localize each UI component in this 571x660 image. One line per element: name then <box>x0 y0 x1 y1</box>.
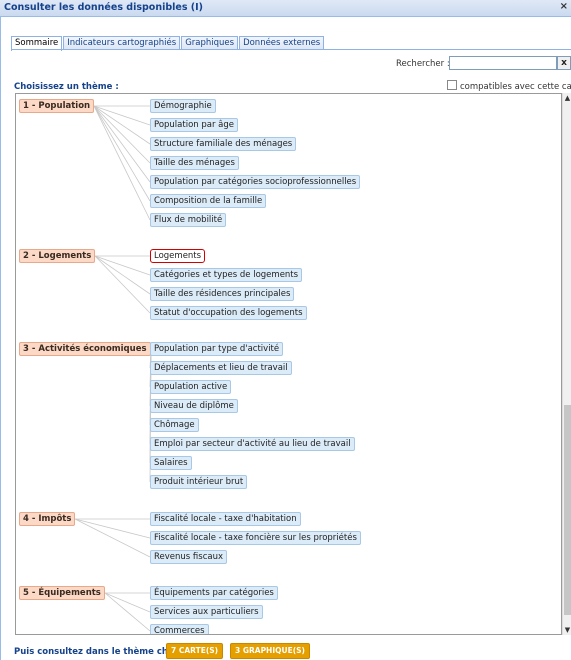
indicator-node[interactable]: Niveau de diplôme <box>150 399 238 413</box>
compat-checkbox[interactable]: compatibles avec cette carte <box>447 80 571 92</box>
bottom-label: Puis consultez dans le thème choisi : <box>14 647 192 657</box>
tab-indicateurs[interactable]: Indicateurs cartographiés <box>63 36 181 50</box>
cartes-button[interactable]: 7 CARTE(S) <box>166 643 224 659</box>
connector-line <box>94 255 151 314</box>
indicator-node[interactable]: Taille des ménages <box>150 156 239 170</box>
connector-line <box>104 592 151 632</box>
connector-line <box>94 255 151 295</box>
indicator-node[interactable]: Fiscalité locale - taxe foncière sur les… <box>150 531 361 545</box>
indicator-node[interactable]: Population par âge <box>150 118 238 132</box>
connector-line <box>104 592 151 613</box>
indicator-node[interactable]: Flux de mobilité <box>150 213 227 227</box>
indicator-node[interactable]: Services aux particuliers <box>150 605 263 619</box>
theme-node[interactable]: 2 - Logements <box>19 249 96 263</box>
theme-tree: 1 - Population Démographie Population par … <box>15 93 562 635</box>
graphiques-button[interactable]: 3 GRAPHIQUE(S) <box>230 643 310 659</box>
indicator-node[interactable]: Catégories et types de logements <box>150 268 303 282</box>
connector-line <box>93 105 151 221</box>
connector-line <box>93 105 151 202</box>
connector-line <box>93 105 151 183</box>
connector-line <box>74 518 151 539</box>
indicator-node[interactable]: Fiscalité locale - taxe d'habitation <box>150 512 301 526</box>
indicator-node[interactable]: Statut d'occupation des logements <box>150 306 307 320</box>
tab-bar: Sommaire Indicateurs cartographiés Graph… <box>11 36 325 51</box>
indicator-node[interactable]: Déplacements et lieu de travail <box>150 361 292 375</box>
indicator-node[interactable]: Chômage <box>150 418 199 432</box>
indicator-node[interactable]: Taille des résidences principales <box>150 287 295 301</box>
window-title: Consulter les données disponibles (I) <box>4 2 204 13</box>
connector-line <box>93 105 151 164</box>
tab-divider <box>11 49 571 50</box>
window-border <box>0 16 1 660</box>
scroll-down-icon[interactable]: ▼ <box>563 625 571 635</box>
connector-line <box>74 518 151 558</box>
indicator-node[interactable]: Commerces <box>150 624 209 634</box>
tab-donnees-externes[interactable]: Données externes <box>239 36 325 50</box>
search-input[interactable] <box>449 56 557 70</box>
indicator-node[interactable]: Population par catégories socioprofessio… <box>150 175 361 189</box>
scroll-thumb[interactable] <box>564 405 571 615</box>
indicator-node[interactable]: Composition de la famille <box>150 194 267 208</box>
close-icon[interactable]: × <box>560 1 568 12</box>
tab-graphiques[interactable]: Graphiques <box>181 36 239 50</box>
search-clear-button[interactable]: x <box>557 56 571 70</box>
theme-node[interactable]: 4 - Impôts <box>19 512 76 526</box>
indicator-node[interactable]: Population par type d'activité <box>150 342 284 356</box>
title-bar: Consulter les données disponibles (I) × <box>0 0 571 17</box>
indicator-node[interactable]: Démographie <box>150 99 216 113</box>
theme-node[interactable]: 3 - Activités économiques <box>19 342 151 356</box>
indicator-node[interactable]: Emploi par secteur d'activité au lieu de… <box>150 437 355 451</box>
compat-label: compatibles avec cette carte <box>460 82 571 92</box>
connector-line <box>94 255 151 276</box>
theme-node[interactable]: 5 - Équipements <box>19 586 105 600</box>
search-label: Rechercher : <box>396 59 450 69</box>
indicator-node[interactable]: Population active <box>150 380 232 394</box>
data-window: Consulter les données disponibles (I) × … <box>0 0 571 660</box>
tree-scrollbar[interactable]: ▲ ▼ <box>562 93 571 635</box>
theme-node[interactable]: 1 - Population <box>19 99 95 113</box>
indicator-node[interactable]: Produit intérieur brut <box>150 475 248 489</box>
checkbox-icon[interactable] <box>447 80 457 90</box>
indicator-node[interactable]: Équipements par catégories <box>150 586 278 600</box>
connector-line <box>93 105 151 145</box>
scroll-up-icon[interactable]: ▲ <box>563 93 571 103</box>
connector-line <box>93 105 151 126</box>
indicator-node[interactable]: Logements <box>150 249 206 263</box>
indicator-node[interactable]: Structure familiale des ménages <box>150 137 297 151</box>
indicator-node[interactable]: Salaires <box>150 456 192 470</box>
choose-theme-label: Choisissez un thème : <box>14 82 119 92</box>
indicator-node[interactable]: Revenus fiscaux <box>150 550 228 564</box>
